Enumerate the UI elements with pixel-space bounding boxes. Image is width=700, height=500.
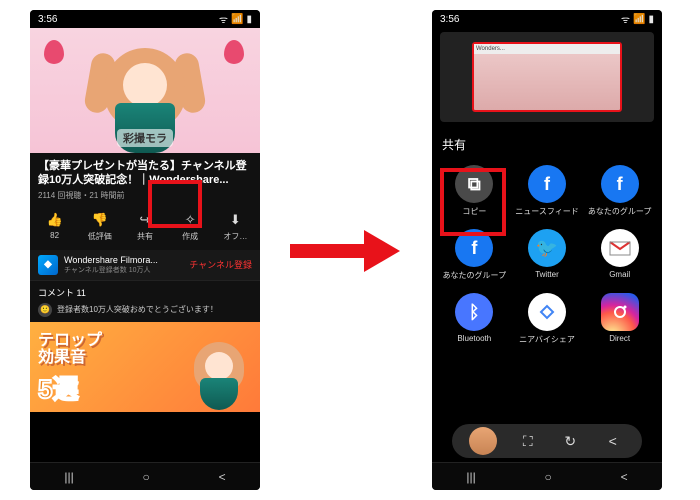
status-time: 3:56: [38, 14, 57, 25]
instagram-icon: [601, 293, 639, 331]
commenter-avatar: 🙂: [38, 303, 52, 317]
subscribe-button[interactable]: チャンネル登録: [189, 258, 252, 271]
pill-thumbnail[interactable]: [469, 427, 497, 455]
status-wifi-icon: ᯤ: [621, 12, 630, 26]
highlight-copy-button: [440, 168, 506, 236]
comments-header: コメント 11: [38, 286, 252, 299]
pill-rotate-icon[interactable]: ↻: [558, 429, 582, 453]
video-stats: 2114 回視聴・21 時間前: [38, 190, 252, 201]
share-item-nearby[interactable]: ニアバイシェア: [511, 289, 584, 349]
status-wifi-icon: ᯤ: [219, 12, 228, 26]
status-battery-icon: ▮: [648, 14, 654, 25]
channel-name: Wondershare Filmora...: [64, 255, 183, 265]
share-item-direct[interactable]: Direct: [583, 289, 656, 349]
download-icon: ⬇: [226, 211, 244, 229]
dislike-label: 低評価: [88, 231, 112, 242]
status-signal-icon: 📶: [633, 14, 645, 25]
character-name: 彩撮モラ: [117, 129, 173, 147]
share-item-gmail[interactable]: Gmail: [583, 225, 656, 285]
share-item-fb-group[interactable]: f あなたのグループ: [583, 161, 656, 221]
share-preview-card: [472, 42, 622, 112]
rec-title-line1: テロップ効果音: [38, 332, 102, 367]
channel-subs: チャンネル登録者数 10万人: [64, 265, 183, 275]
like-count: 82: [50, 231, 59, 240]
nav-recents-icon[interactable]: |||: [466, 470, 475, 484]
share-sheet-title: 共有: [432, 130, 662, 157]
share-label: 共有: [137, 231, 153, 242]
offline-button[interactable]: ⬇ オフ…: [214, 211, 256, 242]
dislike-button[interactable]: 👎 低評価: [79, 211, 121, 242]
gmail-icon: [601, 229, 639, 267]
arrow-icon: [290, 230, 400, 270]
nearby-share-icon: [528, 293, 566, 331]
status-signal-icon: 📶: [231, 14, 243, 25]
video-title[interactable]: 【豪華プレゼントが当たる】チャンネル登録10万人突破記念！｜Wondershar…: [38, 159, 252, 188]
android-navbar: ||| ○ <: [30, 462, 260, 490]
nav-home-icon[interactable]: ○: [545, 470, 552, 484]
nav-back-icon[interactable]: <: [621, 470, 628, 484]
status-icons: ᯤ 📶 ▮: [621, 12, 654, 26]
status-bar: 3:56 ᯤ 📶 ▮: [432, 10, 662, 28]
channel-row[interactable]: ◆ Wondershare Filmora... チャンネル登録者数 10万人 …: [30, 250, 260, 280]
nav-recents-icon[interactable]: |||: [64, 470, 73, 484]
offline-label: オフ…: [223, 231, 247, 242]
share-item-bluetooth[interactable]: ᛒ Bluetooth: [438, 289, 511, 349]
twitter-icon: 🐦: [528, 229, 566, 267]
status-time: 3:56: [440, 14, 459, 25]
comment-text: 登録者数10万人突破おめでとうございます！: [57, 304, 252, 315]
status-icons: ᯤ 📶 ▮: [219, 12, 252, 26]
phone-youtube-view: 3:56 ᯤ 📶 ▮ 彩撮モラ 【豪華プレゼントが当たる】チャンネル登録10万人…: [30, 10, 260, 490]
share-preview-thumbnail: [440, 32, 654, 122]
status-bar: 3:56 ᯤ 📶 ▮: [30, 10, 260, 28]
pill-crop-icon[interactable]: ⛶: [516, 429, 540, 453]
comments-section[interactable]: コメント 11 🙂 登録者数10万人突破おめでとうございます！: [30, 280, 260, 322]
video-action-row: 👍 82 👎 低評価 ↪ 共有 ✧ 作成 ⬇ オフ…: [30, 203, 260, 250]
recommended-thumbnail[interactable]: テロップ効果音 5選: [30, 322, 260, 412]
rec-character-illustration: [184, 332, 254, 412]
smart-select-pill: ⛶ ↻ <: [452, 424, 642, 458]
thumbs-down-icon: 👎: [91, 211, 109, 229]
android-navbar: ||| ○ <: [432, 462, 662, 490]
share-item-twitter[interactable]: 🐦 Twitter: [511, 225, 584, 285]
pill-share-icon[interactable]: <: [601, 429, 625, 453]
video-thumbnail[interactable]: 彩撮モラ: [30, 28, 260, 153]
rec-big-number: 5選: [38, 369, 78, 406]
like-button[interactable]: 👍 82: [34, 211, 76, 242]
facebook-icon: f: [528, 165, 566, 203]
channel-logo-icon: ◆: [38, 255, 58, 275]
share-item-fb-feed[interactable]: f ニュースフィード: [511, 161, 584, 221]
nav-home-icon[interactable]: ○: [143, 470, 150, 484]
facebook-icon: f: [601, 165, 639, 203]
create-label: 作成: [182, 231, 198, 242]
highlight-share-button: [148, 180, 202, 228]
video-meta: 【豪華プレゼントが当たる】チャンネル登録10万人突破記念！｜Wondershar…: [30, 153, 260, 203]
bluetooth-icon: ᛒ: [455, 293, 493, 331]
comment-row: 🙂 登録者数10万人突破おめでとうございます！: [38, 303, 252, 317]
phone-share-sheet: 3:56 ᯤ 📶 ▮ 共有 ⧉ コピー f ニュースフィード f あなたのグルー…: [432, 10, 662, 490]
nav-back-icon[interactable]: <: [219, 470, 226, 484]
status-battery-icon: ▮: [246, 14, 252, 25]
thumbs-up-icon: 👍: [46, 211, 64, 229]
